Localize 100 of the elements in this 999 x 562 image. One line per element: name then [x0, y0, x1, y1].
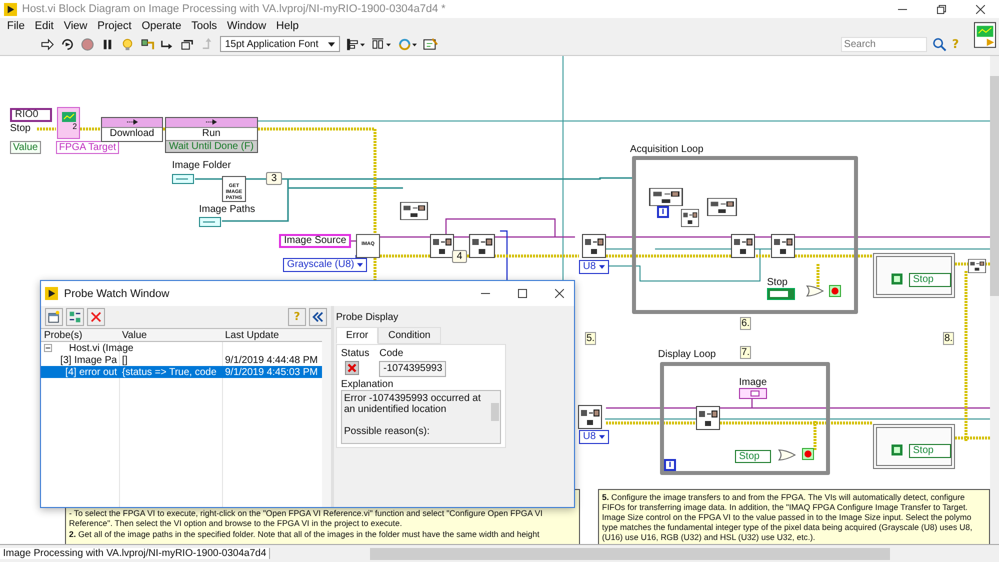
menu-item[interactable]: Project	[97, 20, 132, 32]
boolean-control-icon	[767, 288, 795, 300]
search-field[interactable]: Search	[841, 36, 928, 52]
rearrange-icon[interactable]	[66, 308, 84, 326]
ref-constant[interactable]: RIO0	[10, 108, 52, 122]
vi-icon[interactable]: 2	[57, 107, 80, 139]
tree-row[interactable]: [4] error out {status => True, code 9/1/2019 4:45:03 PM	[41, 366, 322, 378]
comment-text: type matches the fundamental integer type of the pixel data being acquired (Grayscale (U8) uses U8,	[602, 522, 974, 532]
column-header[interactable]: Last Update	[222, 330, 322, 340]
caret-icon[interactable]	[357, 263, 364, 267]
image-source-control[interactable]: Image Source	[279, 234, 352, 248]
project-path: Image Processing with VA.lvproj/NI-myRIO-1900-0304a7d4	[0, 548, 270, 559]
local-variable[interactable]: Stop	[735, 450, 771, 463]
menu-item[interactable]: Operate	[142, 20, 182, 32]
vertical-scrollbar[interactable]	[990, 56, 999, 544]
column-header[interactable]: Value	[119, 330, 222, 340]
menu-item[interactable]: View	[64, 20, 88, 32]
delete-icon[interactable]	[87, 308, 105, 326]
property-node[interactable]: Value	[10, 141, 41, 154]
caret-icon[interactable]	[598, 265, 605, 269]
vertical-scrollbar[interactable]	[322, 329, 331, 507]
function-node-icon[interactable]	[696, 406, 720, 430]
maximize-icon[interactable]	[518, 289, 527, 298]
reference-label: FPGA Target	[56, 141, 120, 154]
local-variable[interactable]: Stop	[909, 273, 951, 287]
probe-name: [3] Image Pa	[59, 354, 118, 366]
menu-item[interactable]: Window	[227, 20, 266, 32]
or-gate-icon	[806, 285, 824, 297]
caret-icon[interactable]	[328, 42, 336, 46]
function-node-icon[interactable]	[731, 234, 755, 258]
probe-value: {status => True, code	[121, 366, 218, 378]
function-node-icon[interactable]	[649, 188, 683, 206]
clean-up-icon[interactable]	[423, 36, 438, 52]
true-constant-icon	[891, 273, 903, 285]
node-label: Display Loop	[658, 349, 716, 360]
tab[interactable]: Error	[336, 327, 378, 344]
comment-text: (U16) use U16, RGB (U32) and HSL (U32) use U32, etc.).	[602, 532, 816, 542]
enum-constant[interactable]: U8	[579, 430, 609, 444]
run-arrow-icon[interactable]	[40, 36, 55, 52]
collapse-icon[interactable]	[309, 308, 327, 326]
panel-title: Probe Display	[336, 312, 400, 323]
window-title: Host.vi Block Diagram on Image Processing with VA.lvproj/NI-myRIO-1900-0304a7d4 *	[22, 3, 446, 15]
last-update: 9/1/2019 4:44:48 PM	[224, 354, 319, 366]
menu-item[interactable]: File	[7, 20, 25, 32]
close-icon[interactable]	[555, 289, 564, 298]
run-continuously-icon[interactable]	[60, 36, 75, 52]
node-label: Image Paths	[199, 204, 256, 215]
function-node-icon[interactable]	[771, 234, 795, 258]
path-indicator-icon	[199, 217, 221, 227]
explanation-field[interactable]: Error -1074395993 occurred at an unidentified location Possible reason(s):	[341, 390, 501, 444]
tree-row[interactable]: Host.vi (Image	[41, 342, 322, 354]
node-label: Stop	[767, 277, 788, 288]
abort-icon[interactable]	[80, 36, 95, 52]
or-gate-icon	[778, 449, 796, 461]
node-label: Stop	[10, 123, 31, 134]
step-note: 6.	[740, 317, 751, 330]
menu-item[interactable]: Help	[276, 20, 299, 32]
node-label: Image	[739, 377, 767, 388]
arrow-icon	[206, 119, 217, 125]
font-dropdown[interactable]: 15pt Application Font	[220, 36, 340, 52]
new-probe-icon[interactable]	[45, 308, 63, 326]
function-node-icon[interactable]	[578, 405, 602, 429]
local-variable[interactable]: Stop	[909, 444, 951, 458]
function-node-icon[interactable]	[469, 234, 495, 258]
function-node-icon[interactable]	[681, 209, 699, 227]
method-node[interactable]: Download	[101, 117, 163, 142]
numeric-constant[interactable]: 4	[452, 250, 467, 263]
probe-name: Host.vi (Image	[69, 342, 134, 354]
tree-row[interactable]: [3] Image Pa [] 9/1/2019 4:44:48 PM	[41, 354, 322, 366]
distribute-icon[interactable]	[371, 36, 392, 52]
enum-constant[interactable]: U8	[579, 260, 609, 274]
function-node-icon[interactable]	[400, 202, 428, 220]
function-node-icon[interactable]	[707, 198, 737, 216]
field-label: Status	[341, 348, 370, 359]
stop-terminal-icon	[802, 448, 814, 460]
search-icon[interactable]	[932, 36, 948, 52]
tab[interactable]: Condition	[378, 327, 440, 344]
reorder-icon[interactable]	[397, 36, 418, 52]
caret-icon[interactable]	[598, 435, 605, 439]
align-icon[interactable]	[345, 36, 366, 52]
restore-icon[interactable]	[937, 4, 946, 14]
step-note: 8.	[943, 332, 954, 345]
app-icon	[4, 2, 17, 16]
menu-item[interactable]: Tools	[191, 20, 218, 32]
column-header[interactable]: Probe(s)	[41, 330, 119, 340]
stop-terminal-icon	[829, 285, 841, 297]
numeric-constant[interactable]: 3	[266, 172, 282, 185]
function-node-icon[interactable]	[968, 259, 986, 273]
function-node-icon[interactable]	[430, 234, 454, 258]
collapse-toggle-icon[interactable]	[44, 344, 52, 352]
menu-item[interactable]: Edit	[34, 20, 54, 32]
comment-text: 5. Configure the image transfers to and from the FPGA. The VIs will automatically detect, configure	[602, 492, 966, 502]
close-icon[interactable]	[976, 4, 985, 14]
method-node[interactable]: Run Wait Until Done (F)	[165, 117, 258, 153]
enum-constant[interactable]: Grayscale (U8)	[283, 258, 368, 272]
code-field[interactable]: -1074395993	[379, 361, 446, 377]
arrow-icon	[126, 119, 138, 125]
connector-pane-icon[interactable]	[974, 22, 996, 48]
node-label: Image Folder	[172, 160, 231, 171]
function-node-icon[interactable]	[582, 234, 606, 258]
